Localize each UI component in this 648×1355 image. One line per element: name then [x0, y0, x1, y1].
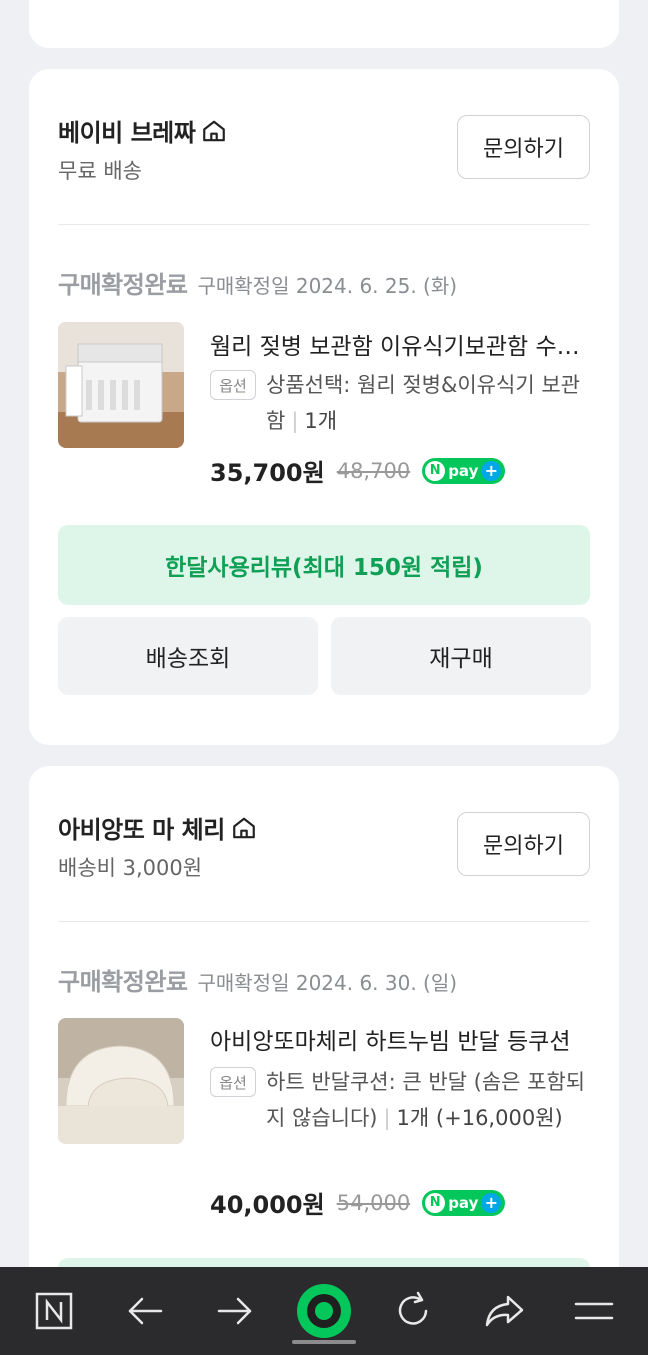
option-badge: 옵션 — [210, 1067, 256, 1097]
seller-name[interactable]: 아비앙또 마 체리 — [58, 810, 257, 845]
npay-label: pay — [448, 461, 479, 480]
confirm-date: 구매확정일 2024. 6. 30. (일) — [197, 971, 458, 995]
rebuy-button[interactable]: 재구매 — [331, 617, 591, 695]
inquiry-button[interactable]: 문의하기 — [457, 115, 590, 179]
order-status-row: 구매확정완료 구매확정일 2024. 6. 30. (일) — [58, 962, 457, 997]
back-arrow-icon[interactable] — [121, 1287, 169, 1335]
option-badge: 옵션 — [210, 370, 256, 400]
order-card: 베이비 브레짜 무료 배송 문의하기 구매확정완료 구매확정일 2024. 6.… — [29, 69, 619, 745]
green-dot-icon[interactable] — [296, 1283, 352, 1339]
quantity-extra: (+16,000원) — [435, 1106, 563, 1130]
divider — [58, 921, 590, 922]
confirm-date: 구매확정일 2024. 6. 25. (화) — [197, 274, 458, 298]
refresh-icon[interactable] — [389, 1287, 437, 1335]
original-price: 48,700 — [336, 458, 411, 483]
order-status: 구매확정완료 — [58, 968, 188, 996]
forward-arrow-icon[interactable] — [211, 1287, 259, 1335]
product-title[interactable]: 아비앙또마체리 하트누빔 반달 등쿠션 — [210, 1022, 595, 1056]
order-status-row: 구매확정완료 구매확정일 2024. 6. 25. (화) — [58, 265, 457, 300]
share-icon[interactable] — [480, 1287, 528, 1335]
order-card: 아비앙또 마 체리 배송비 3,000원 문의하기 구매확정완료 구매확정일 2… — [29, 766, 619, 1338]
inquiry-button[interactable]: 문의하기 — [457, 812, 590, 876]
bottle-storage-image — [58, 322, 184, 448]
quantity: 1개 — [304, 409, 338, 433]
naver-n-icon[interactable] — [30, 1287, 78, 1335]
write-review-button[interactable]: 한달사용리뷰(최대 150원 적립) — [58, 525, 590, 605]
npay-label: pay — [448, 1193, 479, 1212]
track-shipping-button[interactable]: 배송조회 — [58, 617, 318, 695]
store-home-icon — [232, 817, 255, 838]
shipping-info: 무료 배송 — [58, 159, 142, 183]
quantity: 1개 — [396, 1106, 430, 1130]
cushion-image — [58, 1018, 184, 1144]
product-title[interactable]: 웜리 젖병 보관함 이유식기보관함 수납장 — [210, 327, 595, 361]
product-thumbnail[interactable] — [58, 322, 184, 448]
seller-name[interactable]: 베이비 브레짜 — [58, 113, 227, 148]
npay-badge: N pay + — [422, 1189, 506, 1216]
option-text: 하트 반달쿠션: 큰 반달 (솜은 포함되지 않습니다) | 1개 (+16,000… — [266, 1064, 596, 1136]
npay-n-icon: N — [425, 460, 446, 481]
price-row: 35,700원 48,700 N pay + — [210, 453, 506, 488]
price: 40,000원 — [210, 1191, 325, 1219]
home-indicator — [292, 1340, 356, 1344]
npay-badge: N pay + — [422, 457, 506, 484]
price-row: 40,000원 54,000 N pay + — [210, 1185, 506, 1220]
original-price: 54,000 — [336, 1190, 411, 1215]
option-text: 상품선택: 웜리 젖병&이유식기 보관함 | 1개 — [266, 367, 596, 439]
option-separator: | — [383, 1106, 391, 1130]
divider — [58, 224, 590, 225]
npay-n-icon: N — [425, 1192, 446, 1213]
menu-icon[interactable] — [570, 1287, 618, 1335]
product-thumbnail[interactable] — [58, 1018, 184, 1144]
store-home-icon — [203, 120, 226, 141]
npay-plus-icon: + — [481, 1192, 502, 1213]
npay-plus-icon: + — [481, 460, 502, 481]
option-separator: | — [291, 409, 299, 433]
previous-order-card — [29, 0, 619, 48]
order-status: 구매확정완료 — [58, 271, 188, 299]
shipping-info: 배송비 3,000원 — [58, 856, 203, 880]
price: 35,700원 — [210, 459, 325, 487]
